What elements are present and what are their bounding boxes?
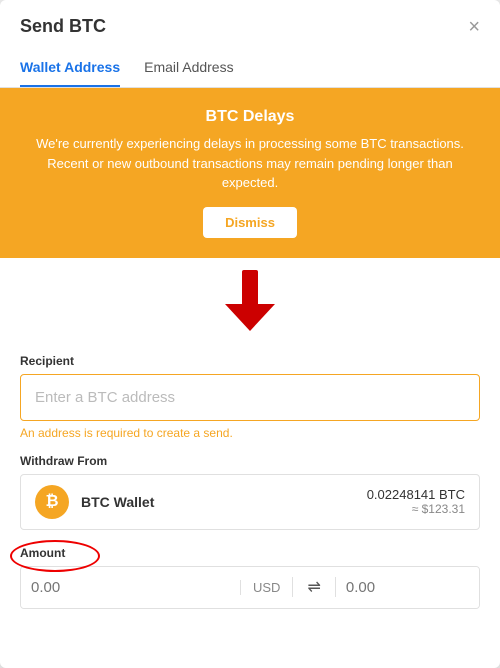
amount-row: USD ⇌ BTC (20, 566, 480, 609)
wallet-row[interactable]: ₿ BTC Wallet 0.02248141 BTC ≈ $123.31 (20, 474, 480, 530)
withdraw-from-section: Withdraw From ₿ BTC Wallet 0.02248141 BT… (20, 454, 480, 530)
down-arrow-icon (215, 266, 285, 336)
arrow-container (0, 266, 500, 336)
amount-section: Amount USD ⇌ BTC (20, 544, 480, 609)
alert-body: We're currently experiencing delays in p… (24, 134, 476, 193)
btc-symbol: ₿ (45, 493, 58, 511)
amount-label: Amount (20, 546, 65, 560)
swap-currency-button[interactable]: ⇌ (292, 577, 335, 597)
alert-banner: BTC Delays We're currently experiencing … (0, 88, 500, 258)
content-body: Recipient An address is required to crea… (0, 340, 500, 629)
amount-usd-input[interactable] (21, 567, 240, 608)
withdraw-from-label: Withdraw From (20, 454, 480, 468)
dismiss-button[interactable]: Dismiss (203, 207, 297, 238)
btc-icon: ₿ (35, 485, 69, 519)
tab-bar: Wallet Address Email Address (0, 49, 500, 88)
recipient-error: An address is required to create a send. (20, 426, 480, 440)
wallet-name: BTC Wallet (81, 494, 367, 510)
balance-btc: 0.02248141 BTC (367, 487, 465, 502)
send-btc-modal: Send BTC × Wallet Address Email Address … (0, 0, 500, 668)
close-button[interactable]: × (468, 17, 480, 37)
recipient-label: Recipient (20, 354, 480, 368)
modal-title: Send BTC (20, 16, 106, 37)
tab-email-address[interactable]: Email Address (144, 49, 233, 87)
modal-header: Send BTC × (0, 0, 500, 37)
swap-icon: ⇌ (307, 577, 320, 597)
balance-usd: ≈ $123.31 (367, 502, 465, 516)
alert-title: BTC Delays (24, 108, 476, 126)
wallet-balance: 0.02248141 BTC ≈ $123.31 (367, 487, 465, 516)
tab-wallet-address[interactable]: Wallet Address (20, 49, 120, 87)
recipient-input[interactable] (20, 374, 480, 421)
usd-currency-label: USD (240, 580, 292, 595)
amount-label-wrapper: Amount (20, 546, 65, 566)
amount-btc-input[interactable] (336, 567, 480, 608)
